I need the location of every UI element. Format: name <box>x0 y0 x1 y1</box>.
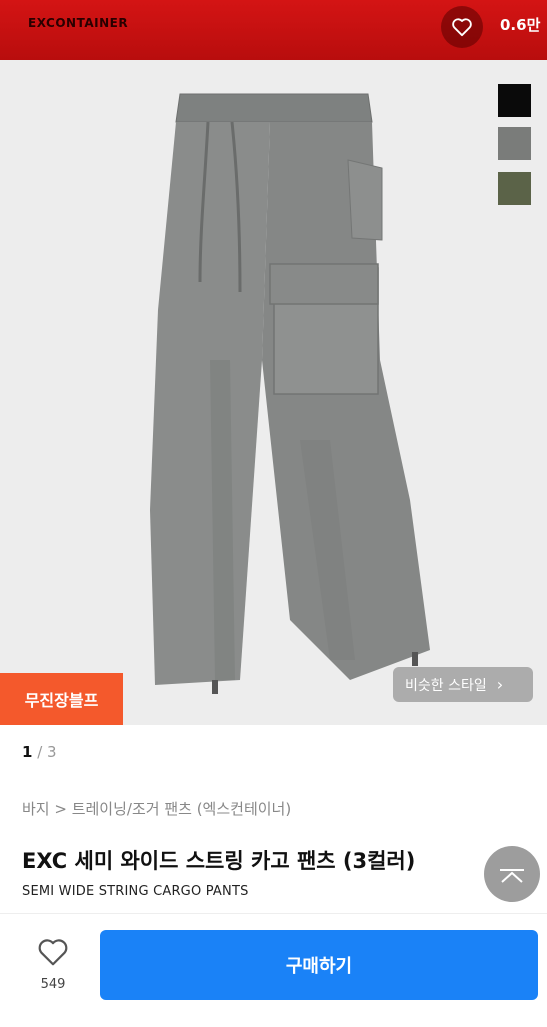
scroll-top-button[interactable] <box>484 846 540 902</box>
header-bar: EXCONTAINER 0.6만 <box>0 0 547 60</box>
brand-logo[interactable]: EXCONTAINER <box>28 16 128 30</box>
pager-current: 1 <box>22 743 33 761</box>
wish-count: 549 <box>40 977 66 992</box>
image-pager: 1 / 3 <box>22 743 57 761</box>
event-badge: 무진장블프 <box>0 673 123 725</box>
similar-style-label: 비슷한 스타일 <box>405 677 487 694</box>
product-subtitle: SEMI WIDE STRING CARGO PANTS <box>22 884 249 899</box>
product-title: EXC 세미 와이드 스트링 카고 팬츠 (3컬러) <box>22 849 416 873</box>
breadcrumb[interactable]: 바지 > 트레이닝/조거 팬츠 (엑스컨테이너) <box>22 798 291 819</box>
buy-button[interactable]: 구매하기 <box>100 930 538 1000</box>
color-swatch-black[interactable] <box>498 84 531 117</box>
similar-style-button[interactable]: 비슷한 스타일 › <box>393 667 533 702</box>
chevron-right-icon: › <box>496 675 504 694</box>
wish-button[interactable] <box>30 937 76 971</box>
heart-outline-icon <box>38 939 68 966</box>
color-swatch-gray[interactable] <box>498 127 531 160</box>
chevron-up-icon <box>500 869 524 883</box>
product-image[interactable] <box>0 60 547 725</box>
like-count: 0.6만 <box>500 16 541 34</box>
cargo-pants-image <box>150 93 430 694</box>
like-button[interactable] <box>441 6 483 48</box>
pager-separator: / <box>37 743 48 761</box>
color-swatch-khaki[interactable] <box>498 172 531 205</box>
pager-total: 3 <box>47 743 57 761</box>
heart-icon <box>452 18 472 37</box>
